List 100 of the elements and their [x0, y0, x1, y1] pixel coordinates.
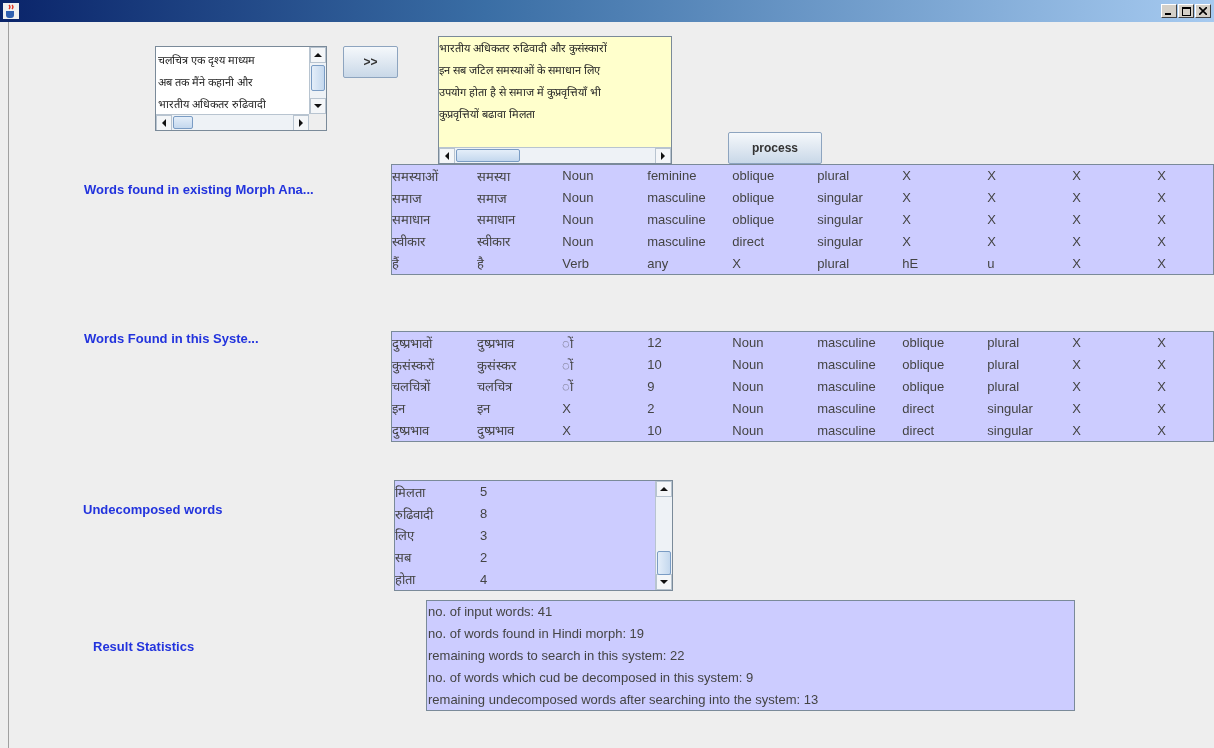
- table-cell-text: oblique: [902, 335, 946, 351]
- table-cell-text: feminine: [647, 168, 698, 184]
- table-cell-text: समाज: [477, 189, 509, 207]
- scroll-thumb[interactable]: [657, 551, 671, 575]
- table-cell-text: X: [1157, 233, 1167, 249]
- table-cell-text: X: [902, 212, 912, 227]
- table-cell-text: singular: [817, 190, 864, 206]
- table-cell-text: plural: [987, 379, 1021, 394]
- vertical-scrollbar[interactable]: [655, 481, 672, 590]
- table-cell-text: X: [1072, 422, 1082, 438]
- table-cell-text: X: [1072, 212, 1082, 227]
- table-cell-text: ों: [562, 378, 575, 396]
- table-cell-text: X: [902, 190, 912, 206]
- transfer-button[interactable]: >>: [343, 46, 398, 78]
- maximize-button[interactable]: [1178, 4, 1194, 18]
- table-cell-text: ों: [562, 356, 575, 374]
- table-cell-text: X: [1157, 212, 1167, 227]
- close-button[interactable]: [1195, 4, 1211, 18]
- table-cell-text: X: [1157, 379, 1167, 394]
- table-cell-text: X: [562, 422, 572, 438]
- table-cell-text: Noun: [562, 212, 595, 227]
- table-cell-text: Noun: [732, 422, 765, 438]
- table-cell-text: Noun: [562, 233, 595, 249]
- table-cell-text: 4: [480, 571, 489, 587]
- left-arrow-icon: [160, 119, 168, 127]
- table-cell-text: X: [902, 168, 912, 184]
- statistic-line: no. of input words: 41: [428, 603, 554, 621]
- table-cell-text: plural: [817, 255, 851, 271]
- table-cell-text: Noun: [562, 190, 595, 206]
- table-cell-text: 2: [480, 549, 489, 565]
- table-cell-text: 10: [647, 357, 663, 373]
- text-line: अब तक मैंने कहानी और: [158, 75, 255, 90]
- close-icon: [1199, 7, 1207, 15]
- table-cell-text: masculine: [817, 379, 877, 394]
- text-line: इन सब जटिल समस्याओं के समाधान लिए: [439, 63, 602, 78]
- table-cell-text: X: [1072, 379, 1082, 394]
- table-cell-text: X: [1157, 255, 1167, 271]
- table-cell-text: singular: [987, 422, 1034, 438]
- table-cell-text: इन: [392, 400, 407, 418]
- table-cell-text: 12: [647, 335, 663, 351]
- table-cell-text: 9: [647, 379, 656, 394]
- table-cell-text: oblique: [902, 357, 946, 373]
- table-cell-text: कुसंस्कर: [477, 356, 518, 374]
- table-cell-text: X: [987, 190, 997, 206]
- table-cell-text: होता: [395, 571, 417, 589]
- table-cell-text: X: [987, 233, 997, 249]
- table-cell-text: X: [1157, 357, 1167, 373]
- table-cell-text: masculine: [647, 212, 707, 227]
- table-cell-text: oblique: [732, 212, 776, 227]
- table-cell-text: direct: [732, 233, 766, 249]
- table-cell-text: X: [732, 255, 742, 271]
- statistic-line: remaining undecomposed words after searching into the system: 13: [428, 691, 820, 709]
- table-cell-text: रुढिवादी: [395, 505, 435, 523]
- down-arrow-icon: [314, 102, 322, 110]
- statistic-line: remaining words to search in this system: 22: [428, 647, 686, 665]
- table-cell-text: Noun: [562, 168, 595, 184]
- up-arrow-icon: [660, 485, 668, 493]
- scroll-thumb[interactable]: [456, 149, 520, 162]
- table-cell-text: दुष्प्रभाव: [392, 422, 431, 440]
- table-cell-text: समाज: [392, 189, 424, 207]
- section-label: Undecomposed words: [83, 502, 223, 517]
- table-cell-text: Noun: [732, 335, 765, 351]
- table-cell-text: 5: [480, 484, 489, 500]
- table-cell-text: समस्या: [477, 167, 512, 185]
- table-cell-text: स्वीकार: [477, 233, 512, 251]
- output-text-area[interactable]: भारतीय अधिकतर रुढिवादी और कुसंस्कारों इन सब जटिल समस्याओं के समाधान लिए उपयोग होता है से समाज में कुप्रवृत्तियाँ भी कुप्रवृत्तियों बढावा मिलता: [438, 36, 672, 164]
- table-cell-text: लिए: [395, 527, 416, 545]
- table-cell-text: oblique: [732, 190, 776, 206]
- table-cell-text: X: [1157, 400, 1167, 416]
- horizontal-scrollbar[interactable]: [439, 147, 671, 163]
- vertical-scrollbar[interactable]: [309, 47, 326, 114]
- table-cell-text: सब: [395, 549, 413, 567]
- table-cell-text: plural: [987, 335, 1021, 351]
- table-cell-text: Verb: [562, 255, 591, 271]
- scroll-thumb[interactable]: [173, 116, 193, 129]
- table-cell-text: X: [1072, 335, 1082, 351]
- table-cell-text: चलचित्र: [477, 378, 514, 396]
- table-cell-text: oblique: [732, 168, 776, 184]
- table-cell-text: masculine: [817, 400, 877, 416]
- table-cell-text: X: [1157, 168, 1167, 184]
- table-cell-text: X: [987, 168, 997, 184]
- table-cell-text: masculine: [817, 422, 877, 438]
- table-cell-text: दुष्प्रभावों: [392, 334, 434, 352]
- table-cell-text: X: [562, 400, 572, 416]
- section-label: Words Found in this Syste...: [84, 331, 259, 346]
- scroll-thumb[interactable]: [311, 65, 325, 91]
- table-cell-text: समस्याओं: [392, 167, 440, 185]
- table-cell-text: X: [1072, 255, 1082, 271]
- table-cell-text: X: [1157, 422, 1167, 438]
- table-cell-text: 2: [647, 400, 656, 416]
- table-cell-text: direct: [902, 400, 936, 416]
- table-cell-text: X: [1072, 400, 1082, 416]
- right-arrow-icon: [297, 119, 305, 127]
- table-cell-text: हैं: [392, 255, 401, 273]
- horizontal-scrollbar[interactable]: [156, 114, 309, 130]
- input-text-area[interactable]: चलचित्र एक दृश्य माध्यम अब तक मैंने कहानी और भारतीय अधिकतर रुढिवादी: [155, 46, 327, 131]
- minimize-button[interactable]: [1161, 4, 1177, 18]
- table-cell-text: 10: [647, 422, 663, 438]
- table-cell-text: singular: [817, 212, 864, 227]
- process-button[interactable]: process: [728, 132, 822, 164]
